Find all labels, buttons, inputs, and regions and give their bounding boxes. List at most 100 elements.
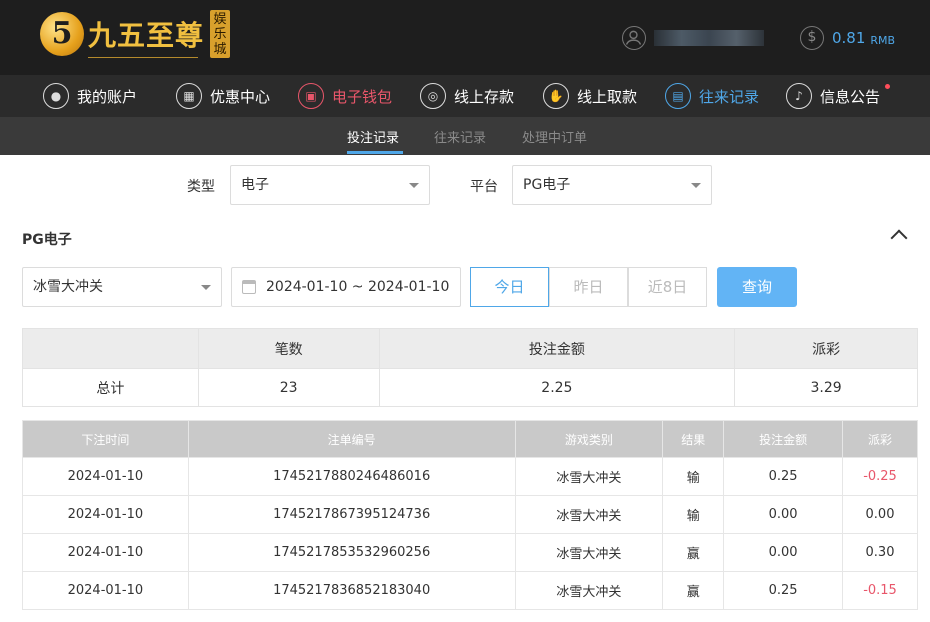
user-avatar-icon[interactable]	[622, 26, 646, 50]
summary-header: 派彩	[734, 328, 918, 369]
summary-table: 笔数 投注金额 派彩 总计 23 2.25 3.29	[22, 328, 918, 407]
bet-id-cell: 1745217880246486016	[187, 457, 516, 496]
nav-item-label: 线上存款	[454, 87, 515, 106]
deposit-icon: ◎	[420, 83, 446, 109]
bell-icon: ♪	[786, 83, 812, 109]
summary-header-row: 笔数 投注金额 派彩	[22, 328, 918, 369]
bet-time-cell: 2024-01-10	[22, 533, 189, 572]
column-header: 结果	[662, 420, 725, 458]
nav-item-records[interactable]: ▤ 往来记录	[665, 75, 759, 117]
active-tab-indicator	[347, 151, 403, 154]
column-header: 投注金额	[723, 420, 844, 458]
nav-item-label: 我的账户	[77, 87, 138, 106]
platform-select[interactable]: PG电子	[512, 165, 712, 205]
balance-amount: 0.81	[832, 29, 866, 47]
tab-transaction-records[interactable]: 往来记录	[434, 127, 486, 146]
records-icon: ▤	[665, 83, 691, 109]
sub-tabs: 投注记录 往来记录 处理中订单	[0, 117, 930, 155]
game-cell: 冰雪大冲关	[514, 495, 664, 534]
result-cell: 赢	[662, 533, 725, 572]
caret-down-icon	[691, 183, 701, 188]
result-cell: 输	[662, 495, 725, 534]
column-header: 注单编号	[187, 420, 516, 458]
main-nav: ● 我的账户 ▦ 优惠中心 ▣ 电子钱包 ◎ 线上存款 ✋ 线上取款 ▤ 往来记…	[0, 75, 930, 117]
user-icon: ●	[43, 83, 69, 109]
logo-badge: 5	[40, 12, 84, 56]
bet-amount-cell: 0.00	[723, 495, 844, 534]
bet-amount-cell: 0.00	[723, 533, 844, 572]
summary-cell: 总计	[22, 368, 199, 407]
bet-time-cell: 2024-01-10	[22, 457, 189, 496]
result-cell: 输	[662, 457, 725, 496]
withdraw-icon: ✋	[543, 83, 569, 109]
payout-cell: -0.25	[842, 457, 918, 496]
bet-time-cell: 2024-01-10	[22, 571, 189, 610]
summary-cell: 23	[197, 368, 380, 407]
nav-item-deposit[interactable]: ◎ 线上存款	[420, 75, 514, 117]
platform-label: 平台	[470, 179, 498, 195]
records-table: 下注时间 注单编号 游戏类别 结果 投注金额 派彩 2024-01-10 174…	[22, 420, 918, 610]
nav-item-label: 优惠中心	[210, 87, 271, 106]
logo-swash	[88, 50, 198, 58]
records-header-row: 下注时间 注单编号 游戏类别 结果 投注金额 派彩	[22, 420, 918, 458]
table-row: 2024-01-10 1745217836852183040 冰雪大冲关 赢 0…	[22, 571, 918, 610]
range-8days-button[interactable]: 近8日	[628, 267, 707, 307]
wallet-icon: ▣	[298, 83, 324, 109]
nav-item-label: 线上取款	[577, 87, 638, 106]
summary-cell: 2.25	[378, 368, 736, 407]
nav-item-label: 往来记录	[699, 87, 760, 106]
payout-cell: 0.00	[842, 495, 918, 534]
nav-item-wallet[interactable]: ▣ 电子钱包	[298, 75, 392, 117]
tab-bet-records[interactable]: 投注记录	[347, 127, 399, 146]
coin-icon: $	[800, 26, 824, 50]
summary-header: 投注金额	[378, 328, 736, 369]
date-range-input[interactable]: 2024-01-10 ~ 2024-01-10	[231, 267, 461, 307]
bet-id-cell: 1745217853532960256	[187, 533, 516, 572]
bet-amount-cell: 0.25	[723, 457, 844, 496]
summary-cell: 3.29	[734, 368, 918, 407]
platform-select-value: PG电子	[523, 177, 571, 193]
table-row: 2024-01-10 1745217853532960256 冰雪大冲关 赢 0…	[22, 533, 918, 572]
balance-unit: RMB	[870, 33, 896, 47]
result-cell: 赢	[662, 571, 725, 610]
type-label: 类型	[187, 179, 215, 195]
nav-item-promotions[interactable]: ▦ 优惠中心	[176, 75, 270, 117]
tab-pending-orders[interactable]: 处理中订单	[522, 127, 587, 146]
column-header: 下注时间	[22, 420, 189, 458]
range-yesterday-button[interactable]: 昨日	[549, 267, 628, 307]
payout-cell: -0.15	[842, 571, 918, 610]
nav-item-announcements[interactable]: ♪ 信息公告	[786, 75, 891, 117]
bet-id-cell: 1745217867395124736	[187, 495, 516, 534]
section-title: PG电子	[22, 232, 72, 248]
gift-icon: ▦	[176, 83, 202, 109]
game-select[interactable]: 冰雪大冲关	[22, 267, 222, 307]
logo-text: 九五至尊	[88, 19, 205, 52]
user-area: $ 0.81 RMB	[622, 26, 895, 50]
bet-amount-cell: 0.25	[723, 571, 844, 610]
summary-header: 笔数	[197, 328, 380, 369]
query-button[interactable]: 查询	[717, 267, 797, 307]
date-range-value: 2024-01-10 ~ 2024-01-10	[266, 279, 450, 295]
nav-item-account[interactable]: ● 我的账户	[43, 75, 137, 117]
summary-header	[22, 328, 199, 369]
table-row: 2024-01-10 1745217867395124736 冰雪大冲关 输 0…	[22, 495, 918, 534]
chevron-up-icon[interactable]	[890, 229, 908, 247]
caret-down-icon	[409, 183, 419, 188]
calendar-icon	[242, 280, 256, 294]
logo-tag: 娱乐城	[210, 10, 231, 58]
table-row: 2024-01-10 1745217880246486016 冰雪大冲关 输 0…	[22, 457, 918, 496]
top-header: 5 九五至尊 娱乐城 $ 0.81 RMB	[0, 0, 930, 75]
range-today-button[interactable]: 今日	[470, 267, 549, 307]
game-cell: 冰雪大冲关	[514, 457, 664, 496]
game-select-value: 冰雪大冲关	[33, 279, 103, 295]
payout-cell: 0.30	[842, 533, 918, 572]
nav-item-label: 信息公告	[820, 87, 881, 106]
game-cell: 冰雪大冲关	[514, 571, 664, 610]
nav-item-label: 电子钱包	[332, 87, 393, 106]
type-select[interactable]: 电子	[230, 165, 430, 205]
bet-time-cell: 2024-01-10	[22, 495, 189, 534]
column-header: 派彩	[842, 420, 918, 458]
nav-item-withdraw[interactable]: ✋ 线上取款	[543, 75, 637, 117]
column-header: 游戏类别	[514, 420, 664, 458]
notification-dot	[885, 84, 891, 89]
